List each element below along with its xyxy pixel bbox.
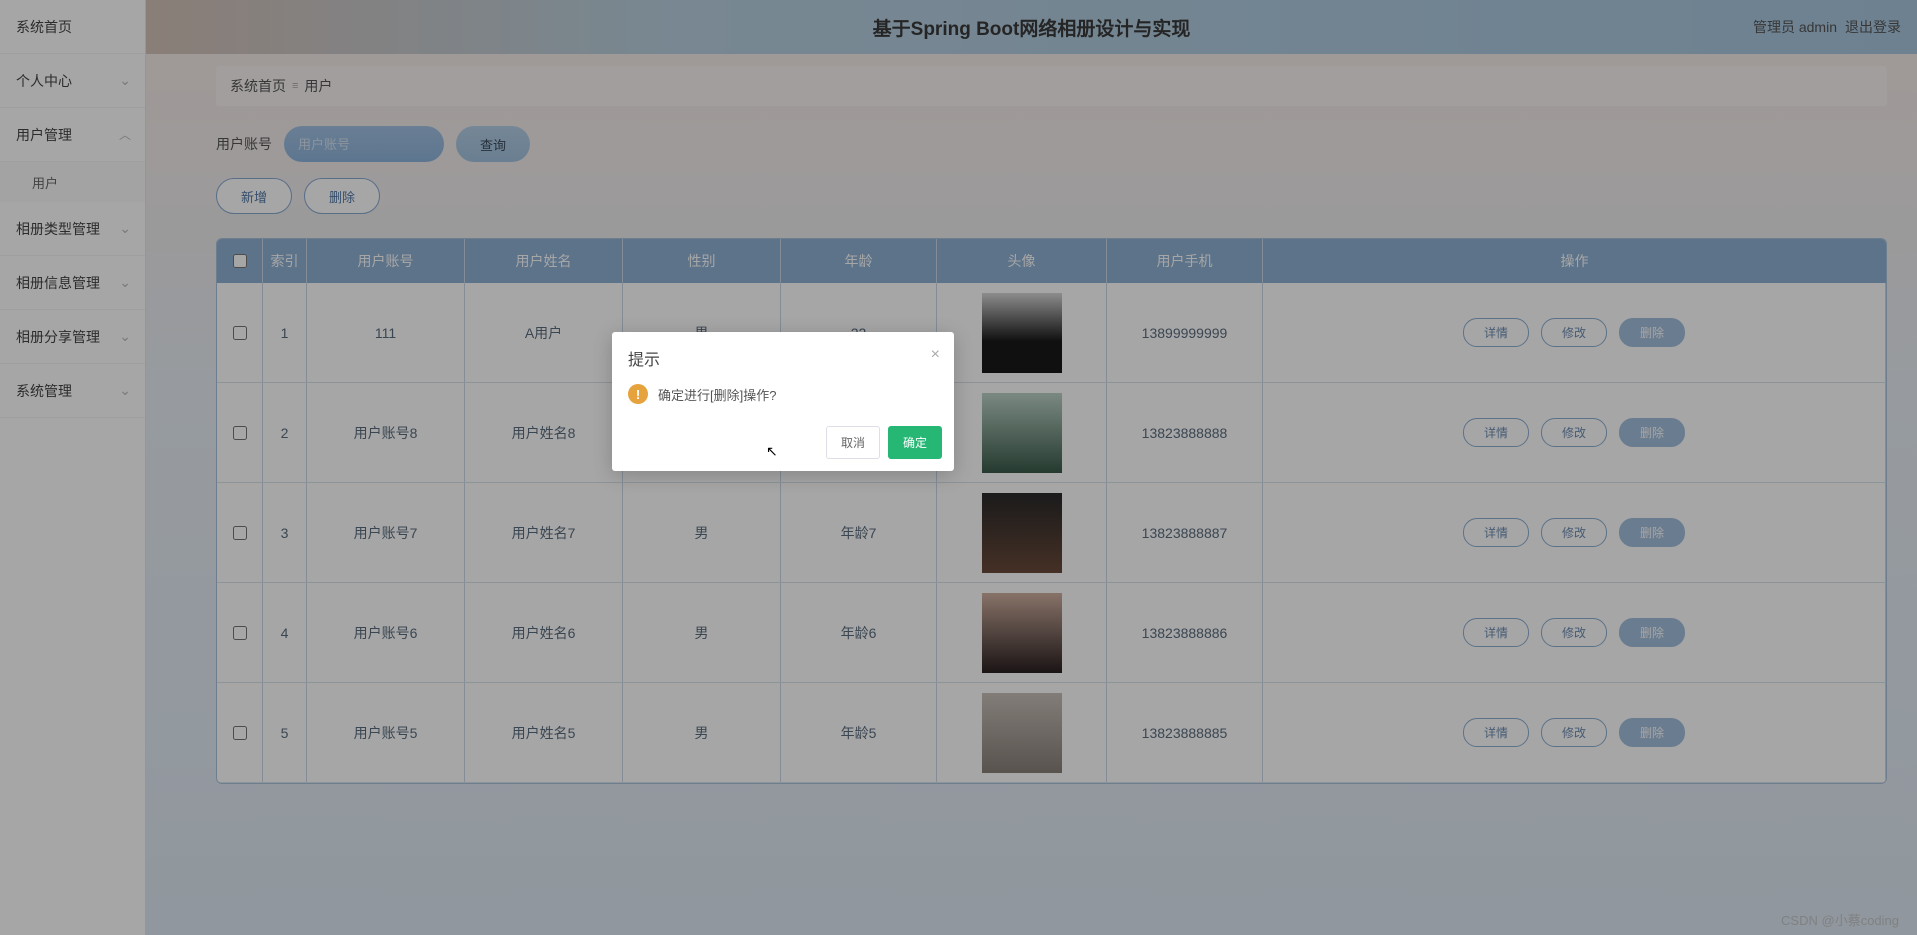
cancel-button[interactable]: 取消 bbox=[826, 426, 880, 459]
modal-title-text: 提示 bbox=[628, 352, 660, 369]
modal-overlay[interactable] bbox=[0, 0, 1917, 935]
warning-icon: ! bbox=[628, 384, 648, 404]
confirm-button[interactable]: 确定 bbox=[888, 426, 942, 459]
close-icon[interactable]: × bbox=[931, 346, 940, 364]
modal-message: 确定进行[删除]操作? bbox=[658, 385, 776, 404]
confirm-modal: 提示 × ! 确定进行[删除]操作? 取消 确定 bbox=[612, 332, 954, 471]
watermark: CSDN @小蔡coding bbox=[1781, 910, 1899, 929]
